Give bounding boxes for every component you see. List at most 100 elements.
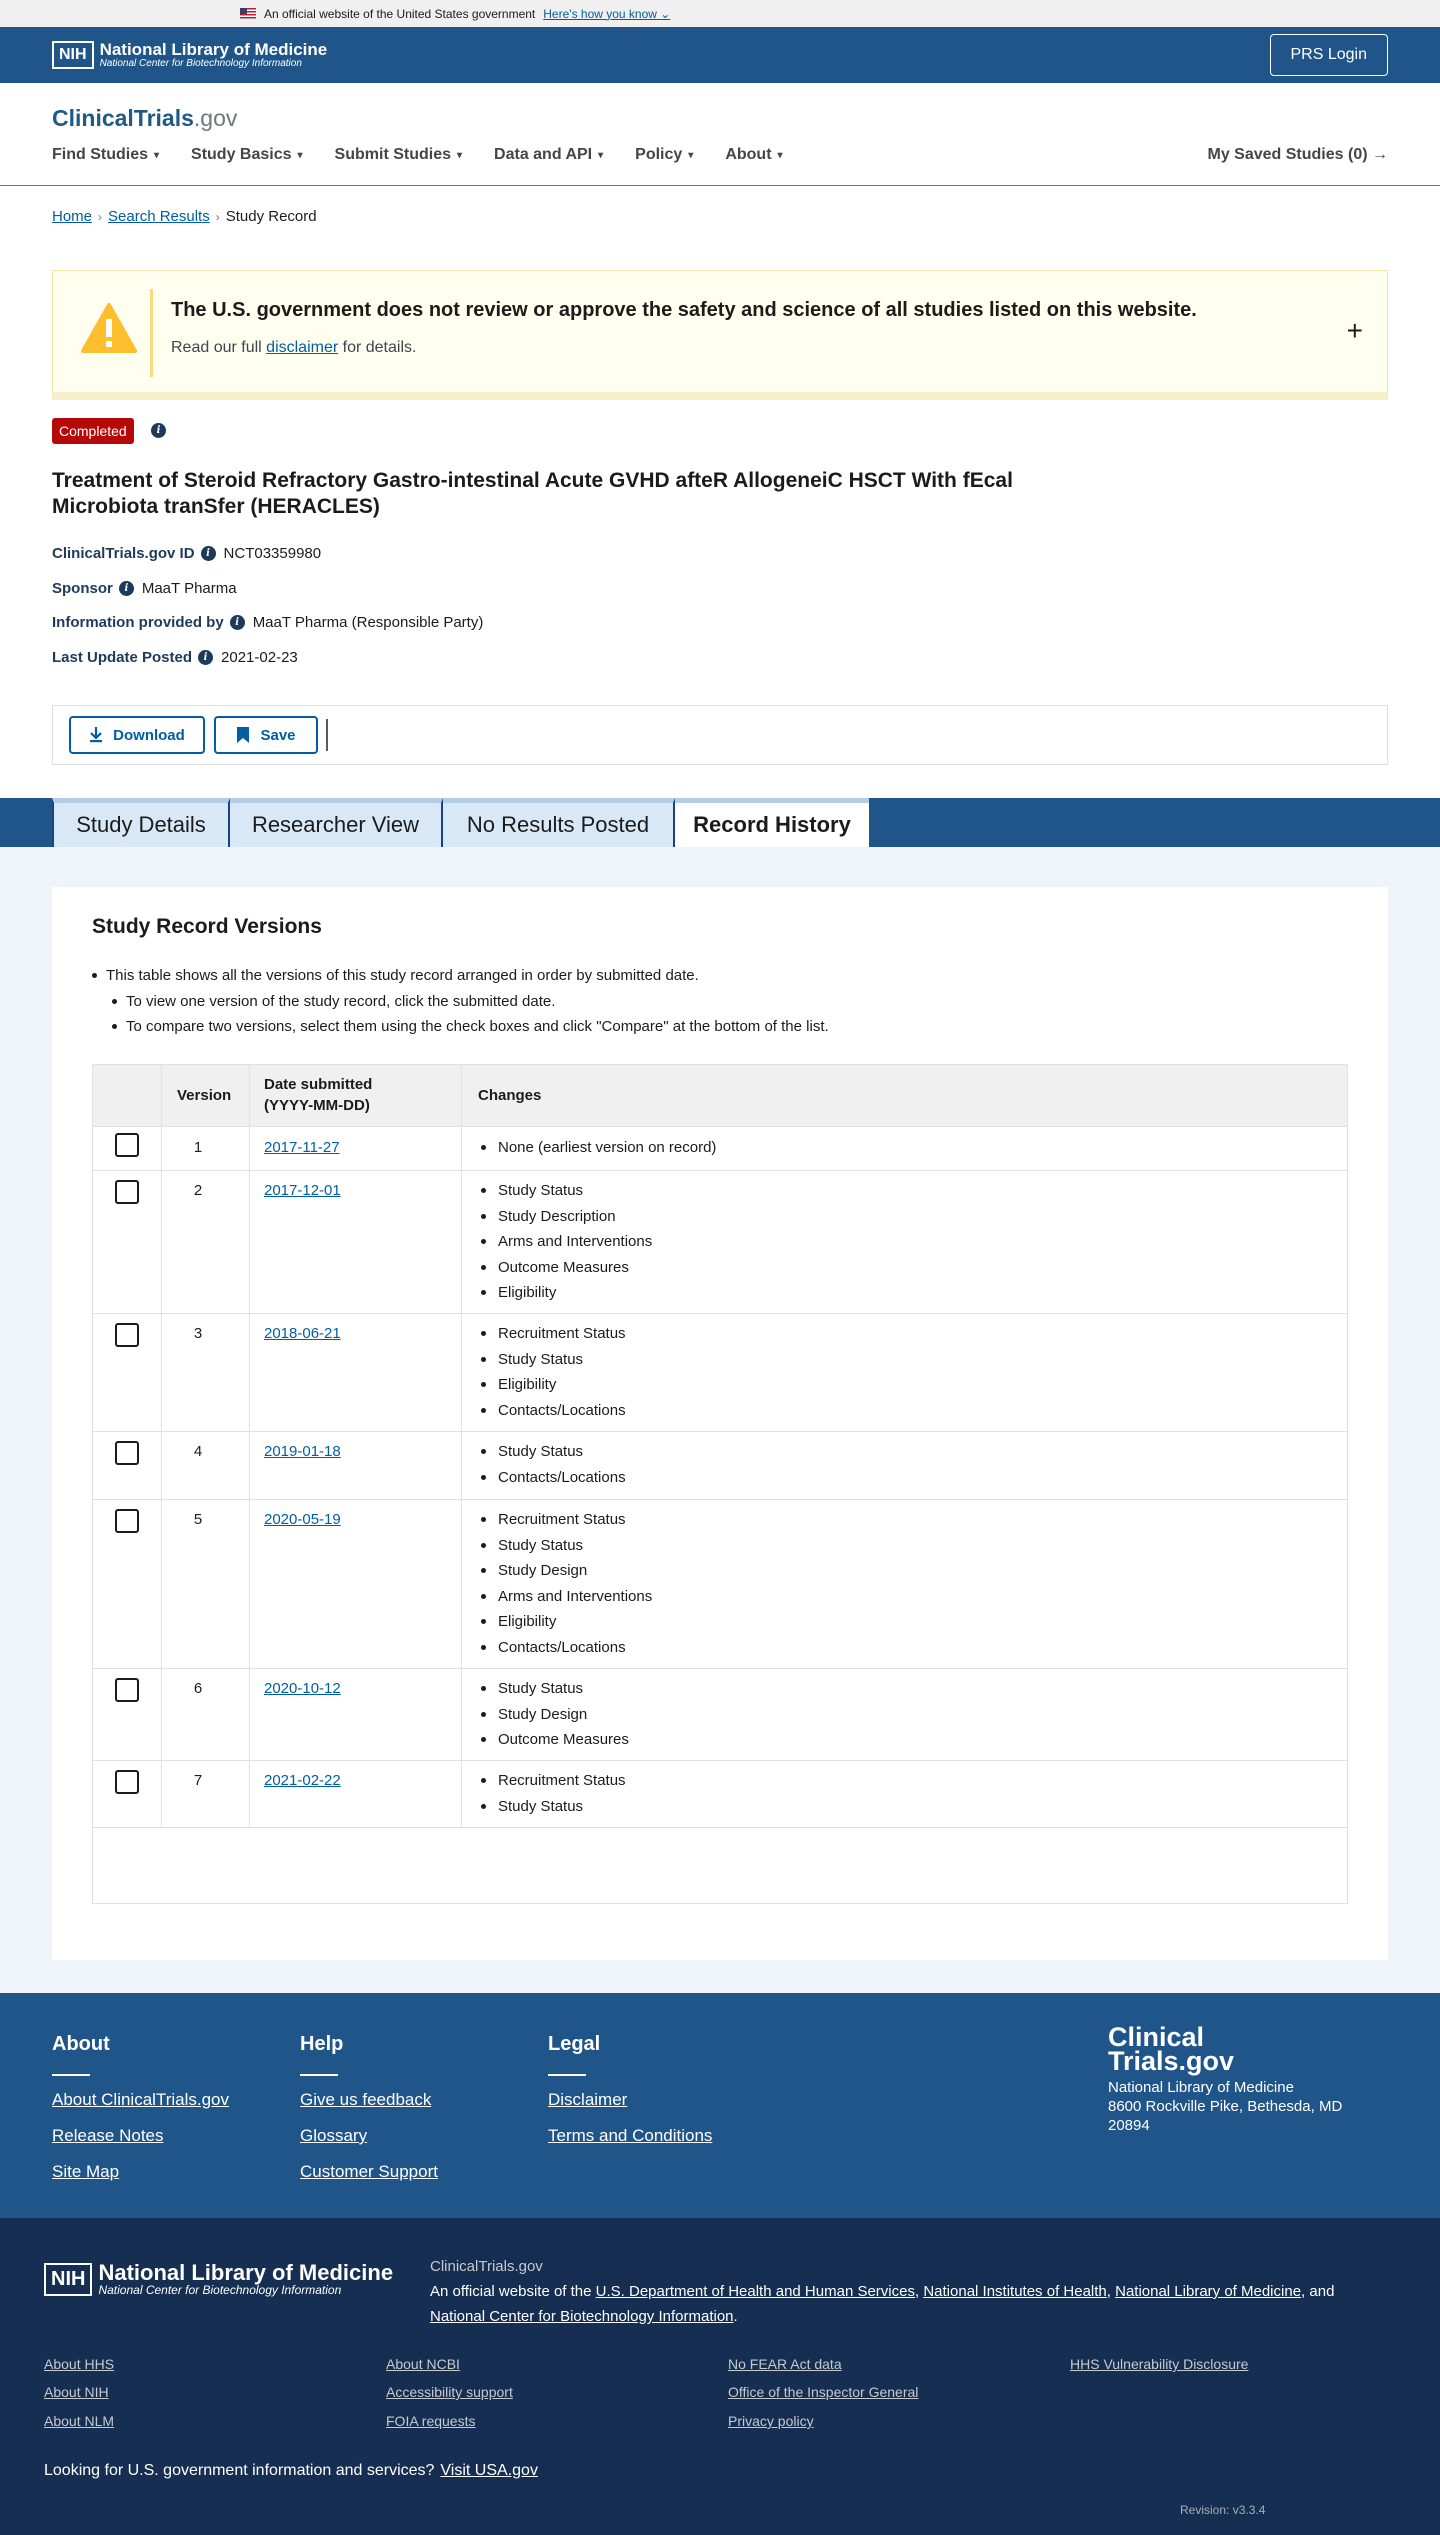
prs-login-button[interactable]: PRS Login: [1269, 34, 1388, 76]
versions-heading: Study Record Versions: [92, 915, 322, 938]
save-button[interactable]: Save: [214, 716, 318, 754]
footer-link[interactable]: About NCBI: [386, 2356, 460, 2372]
expand-plus-icon[interactable]: +: [1347, 315, 1363, 347]
row-date-link[interactable]: 2017-11-27: [264, 1139, 340, 1156]
change-item: Contacts/Locations: [481, 1635, 652, 1661]
nav-about[interactable]: About ▾: [725, 146, 782, 164]
nav-study-basics[interactable]: Study Basics ▾: [191, 146, 303, 164]
disclaimer-link[interactable]: disclaimer: [266, 339, 338, 356]
change-item: Study Design: [481, 1702, 629, 1728]
usa-gov-link[interactable]: Visit USA.gov: [440, 2462, 538, 2479]
row-checkbox[interactable]: [115, 1441, 139, 1465]
change-item: Study Status: [481, 1794, 626, 1820]
row-date-link[interactable]: 2018-06-21: [264, 1325, 341, 1342]
footer-clinicaltrials-logo[interactable]: Clinical Trials.gov: [1108, 2024, 1234, 2075]
heres-how-you-know-link[interactable]: Here's how you know ⌄: [543, 7, 670, 21]
versions-table: Version Date submitted (YYYY-MM-DD) Chang…: [92, 1064, 1348, 1904]
tabs-strip: Study Details Researcher View No Results…: [0, 798, 1440, 847]
alert-divider: [150, 289, 153, 377]
row-date-link[interactable]: 2017-12-01: [264, 1182, 341, 1199]
download-button[interactable]: Download: [69, 716, 205, 754]
nav-submit-studies[interactable]: Submit Studies ▾: [335, 146, 462, 164]
breadcrumb-current: Study Record: [225, 208, 317, 225]
row-changes: Study Status Study Design Outcome Measur…: [481, 1676, 629, 1753]
footer-nlm-logo[interactable]: NIH National Library of Medicine Nationa…: [44, 2262, 393, 2296]
footer-link[interactable]: About NIH: [44, 2384, 109, 2400]
breadcrumb-home-link[interactable]: Home: [52, 208, 92, 225]
gov-banner: An official website of the United States…: [0, 0, 1440, 27]
info-icon[interactable]: i: [118, 581, 134, 596]
breadcrumb-search-results-link[interactable]: Search Results: [108, 208, 210, 225]
change-item: Eligibility: [481, 1609, 652, 1635]
row-checkbox[interactable]: [115, 1678, 139, 1702]
heading-underline: [300, 2074, 338, 2076]
tab-record-history[interactable]: Record History: [675, 798, 869, 847]
official-website-text: ClinicalTrials.gov An official website o…: [430, 2258, 1335, 2325]
row-checkbox[interactable]: [115, 1133, 139, 1157]
revision-text: Revision: v3.3.4: [1180, 2503, 1266, 2517]
nih-link[interactable]: National Institutes of Health: [923, 2283, 1106, 2300]
nav-policy[interactable]: Policy ▾: [635, 146, 693, 164]
row-date-link[interactable]: 2021-02-22: [264, 1772, 341, 1789]
hhs-link[interactable]: U.S. Department of Health and Human Serv…: [596, 2283, 915, 2300]
info-provided-value: MaaT Pharma (Responsible Party): [252, 614, 484, 631]
change-item: Contacts/Locations: [481, 1465, 626, 1491]
tab-study-details[interactable]: Study Details: [52, 798, 230, 847]
info-icon[interactable]: i: [200, 546, 216, 561]
site-header: ClinicalTrials.gov Find Studies ▾ Study B…: [0, 83, 1440, 186]
study-id-label: ClinicalTrials.gov ID: [52, 545, 195, 562]
row-date-link[interactable]: 2020-10-12: [264, 1680, 341, 1697]
my-saved-studies-link[interactable]: My Saved Studies (0) →: [1208, 146, 1389, 164]
clinicaltrials-logo[interactable]: ClinicalTrials.gov: [52, 105, 237, 132]
change-item: Eligibility: [481, 1280, 652, 1306]
nav-data-and-api[interactable]: Data and API ▾: [494, 146, 603, 164]
nih-logo-box: NIH: [44, 2262, 93, 2296]
footer-link[interactable]: About NLM: [44, 2413, 114, 2429]
last-update-row: Last Update Posted i 2021-02-23: [52, 649, 298, 666]
chevron-right-icon: ›: [98, 209, 103, 224]
change-item: Study Status: [481, 1178, 652, 1204]
info-icon[interactable]: i: [151, 423, 166, 438]
footer-link[interactable]: Terms and Conditions: [548, 2126, 712, 2146]
change-item: Study Status: [481, 1439, 626, 1465]
footer-link[interactable]: FOIA requests: [386, 2413, 475, 2429]
row-checkbox[interactable]: [115, 1770, 139, 1794]
footer-link[interactable]: HHS Vulnerability Disclosure: [1070, 2356, 1248, 2372]
tab-researcher-view[interactable]: Researcher View: [230, 798, 443, 847]
row-date-link[interactable]: 2020-05-19: [264, 1511, 341, 1528]
row-date-link[interactable]: 2019-01-18: [264, 1443, 341, 1460]
footer-link[interactable]: Office of the Inspector General: [728, 2384, 918, 2400]
footer-link[interactable]: Accessibility support: [386, 2384, 513, 2400]
status-badge: Completed: [52, 418, 134, 444]
footer-link[interactable]: About HHS: [44, 2356, 114, 2372]
ncbi-link[interactable]: National Center for Biotechnology Inform…: [430, 2308, 734, 2325]
us-flag-icon: [240, 8, 256, 19]
footer-legal-heading: Legal: [548, 2033, 601, 2055]
footer-link[interactable]: About ClinicalTrials.gov: [52, 2090, 229, 2110]
row-checkbox[interactable]: [115, 1509, 139, 1533]
nav-find-studies[interactable]: Find Studies ▾: [52, 146, 159, 164]
row-changes: Recruitment Status Study Status Study De…: [481, 1507, 652, 1660]
table-row: 3 2018-06-21 Recruitment Status Study St…: [93, 1314, 1347, 1432]
nlm-logo[interactable]: NIH National Library of Medicine Nationa…: [52, 41, 327, 70]
nlm-title: National Library of Medicine: [99, 39, 328, 59]
footer-legal-column: Legal Disclaimer Terms and Conditions: [548, 2033, 712, 2162]
row-checkbox[interactable]: [115, 1323, 139, 1347]
footer-link[interactable]: Release Notes: [52, 2126, 229, 2146]
info-icon[interactable]: i: [198, 650, 214, 665]
footer-link[interactable]: No FEAR Act data: [728, 2356, 842, 2372]
footer-link[interactable]: Site Map: [52, 2162, 229, 2182]
footer-link[interactable]: Glossary: [300, 2126, 438, 2146]
info-icon[interactable]: i: [229, 615, 245, 630]
nlm-link[interactable]: National Library of Medicine: [1115, 2283, 1301, 2300]
footer-link[interactable]: Disclaimer: [548, 2090, 712, 2110]
footer-link[interactable]: Privacy policy: [728, 2413, 814, 2429]
change-item: Outcome Measures: [481, 1727, 629, 1753]
footer-link[interactable]: Give us feedback: [300, 2090, 438, 2110]
row-checkbox[interactable]: [115, 1180, 139, 1204]
row-version: 5: [193, 1511, 203, 1528]
tab-no-results-posted[interactable]: No Results Posted: [443, 798, 675, 847]
change-item: Eligibility: [481, 1372, 626, 1398]
footer-link[interactable]: Customer Support: [300, 2162, 438, 2182]
row-version: 4: [193, 1443, 203, 1460]
